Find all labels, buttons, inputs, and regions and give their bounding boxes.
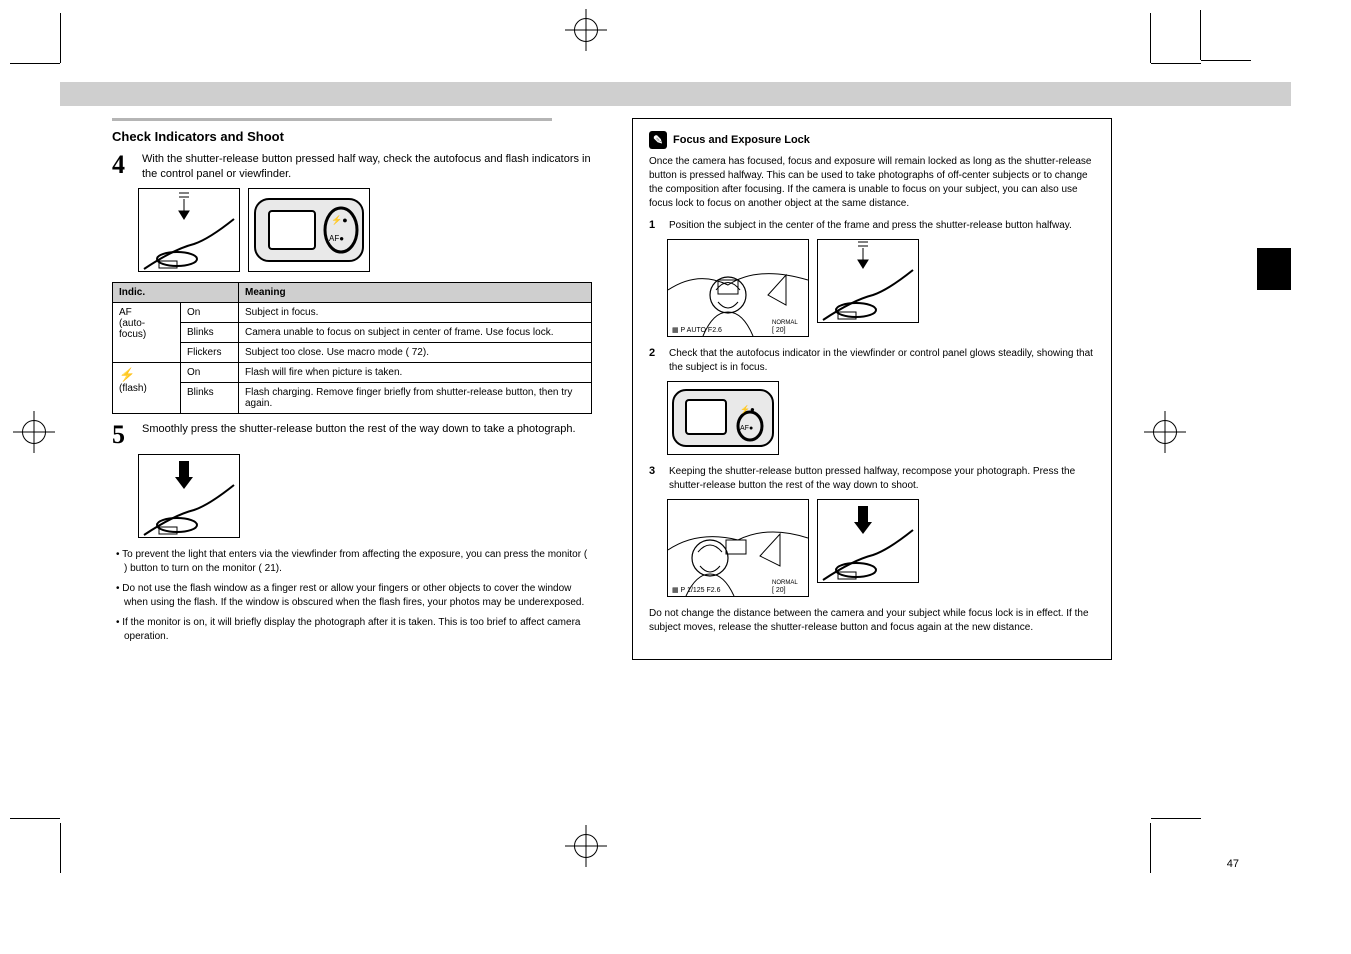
- crop-mark-tr: [1111, 18, 1151, 58]
- registration-mark-bottom: [574, 834, 598, 858]
- substep-text: Check that the autofocus indicator in th…: [669, 347, 1095, 375]
- svg-text:AF●: AF●: [329, 234, 344, 243]
- svg-text:⚡●: ⚡●: [740, 404, 755, 414]
- step-text: Smoothly press the shutter-release butto…: [142, 422, 576, 448]
- th-indicator: Indic.: [113, 282, 239, 302]
- page-number: 47: [1227, 858, 1239, 870]
- svg-text:[ 20]: [ 20]: [772, 587, 786, 594]
- substep3-figures: ▦ P 1/125 F2.6 NORMAL [ 20]: [667, 499, 1095, 597]
- indicator-table: Indic. Meaning AF(auto-focus) On Subject…: [112, 282, 592, 414]
- step4-figures: ⚡● AF●: [138, 188, 592, 272]
- cell-meaning: Subject in focus.: [239, 302, 592, 322]
- substep-1: 1 Position the subject in the center of …: [649, 219, 1095, 233]
- svg-text:⚡●: ⚡●: [331, 214, 348, 226]
- page: Check Indicators and Shoot 4 With the sh…: [0, 0, 1351, 954]
- tip-icon: ✎: [649, 131, 667, 149]
- cell-meaning: Flash charging. Remove finger briefly fr…: [239, 382, 592, 413]
- th-meaning: Meaning: [239, 282, 592, 302]
- figure-shutter-halfpress: [138, 188, 240, 272]
- cell-status: On: [181, 302, 239, 322]
- section-rule: [112, 118, 552, 121]
- step-number: 5: [112, 422, 134, 448]
- cell-flash: ⚡(flash): [113, 362, 181, 413]
- figure-compose-center: ▦ P AUTO F2.6 NORMAL [ 20]: [667, 239, 809, 337]
- figure-halfpress: [817, 239, 919, 323]
- cell-af: AF(auto-focus): [113, 302, 181, 362]
- substep1-figures: ▦ P AUTO F2.6 NORMAL [ 20]: [667, 239, 1095, 337]
- cell-meaning: Subject too close. Use macro mode ( 72).: [239, 342, 592, 362]
- crop-mark-br: [1111, 818, 1151, 858]
- svg-text:NORMAL: NORMAL: [772, 320, 798, 326]
- svg-text:▦ P 1/125 F2.6: ▦ P 1/125 F2.6: [672, 587, 721, 594]
- header-bar: [60, 82, 1291, 106]
- substep-3: 3 Keeping the shutter-release button pre…: [649, 465, 1095, 493]
- step-5: 5 Smoothly press the shutter-release but…: [112, 422, 592, 448]
- cell-status: Blinks: [181, 322, 239, 342]
- note: • Do not use the flash window as a finge…: [116, 582, 592, 610]
- table-row: AF(auto-focus) On Subject in focus.: [113, 302, 592, 322]
- registration-mark-right: [1153, 420, 1177, 444]
- page-tab: [1257, 248, 1291, 290]
- substep-text: Position the subject in the center of th…: [669, 219, 1072, 233]
- registration-mark-left: [22, 420, 46, 444]
- figure-control-panel-indicators: ⚡● AF●: [248, 188, 370, 272]
- table-row: Flickers Subject too close. Use macro mo…: [113, 342, 592, 362]
- tip-box: ✎Focus and Exposure Lock Once the camera…: [632, 118, 1112, 660]
- step5-figures: [138, 454, 592, 538]
- svg-text:▦ P AUTO F2.6: ▦ P AUTO F2.6: [672, 327, 722, 334]
- cell-meaning: Camera unable to focus on subject in cen…: [239, 322, 592, 342]
- cell-status: Blinks: [181, 382, 239, 413]
- svg-text:[ 20]: [ 20]: [772, 327, 786, 334]
- svg-text:AF●: AF●: [740, 425, 753, 432]
- right-column: ✎Focus and Exposure Lock Once the camera…: [632, 118, 1112, 660]
- tip-footer: Do not change the distance between the c…: [649, 607, 1095, 635]
- svg-text:NORMAL: NORMAL: [772, 580, 798, 586]
- substep-text: Keeping the shutter-release button press…: [669, 465, 1095, 493]
- figure-fullpress: [817, 499, 919, 583]
- left-column: Check Indicators and Shoot 4 With the sh…: [112, 118, 592, 650]
- crop-mark-bl: [60, 818, 100, 858]
- cell-status: Flickers: [181, 342, 239, 362]
- tip-substeps: 1 Position the subject in the center of …: [649, 219, 1095, 597]
- section-title: Check Indicators and Shoot: [112, 129, 592, 144]
- substep-2: 2 Check that the autofocus indicator in …: [649, 347, 1095, 375]
- substep2-figures: ⚡● AF●: [667, 381, 1095, 455]
- substep-number: 3: [649, 465, 663, 493]
- cell-status: On: [181, 362, 239, 382]
- table-row: Blinks Flash charging. Remove finger bri…: [113, 382, 592, 413]
- tip-title: ✎Focus and Exposure Lock: [649, 131, 1095, 149]
- note: • To prevent the light that enters via t…: [116, 548, 592, 576]
- crop-mark-tl: [60, 18, 100, 58]
- step-number: 4: [112, 152, 134, 182]
- figure-recompose: ▦ P 1/125 F2.6 NORMAL [ 20]: [667, 499, 809, 597]
- cell-meaning: Flash will fire when picture is taken.: [239, 362, 592, 382]
- figure-control-panel-af: ⚡● AF●: [667, 381, 779, 455]
- step-text: With the shutter-release button pressed …: [142, 152, 592, 182]
- table-row: ⚡(flash) On Flash will fire when picture…: [113, 362, 592, 382]
- note: • If the monitor is on, it will briefly …: [116, 616, 592, 644]
- figure-shutter-fullpress: [138, 454, 240, 538]
- step-4: 4 With the shutter-release button presse…: [112, 152, 592, 182]
- substep-number: 1: [649, 219, 663, 233]
- registration-mark-top: [574, 18, 598, 42]
- substep-number: 2: [649, 347, 663, 375]
- table-row: Blinks Camera unable to focus on subject…: [113, 322, 592, 342]
- tip-body: Once the camera has focused, focus and e…: [649, 155, 1095, 211]
